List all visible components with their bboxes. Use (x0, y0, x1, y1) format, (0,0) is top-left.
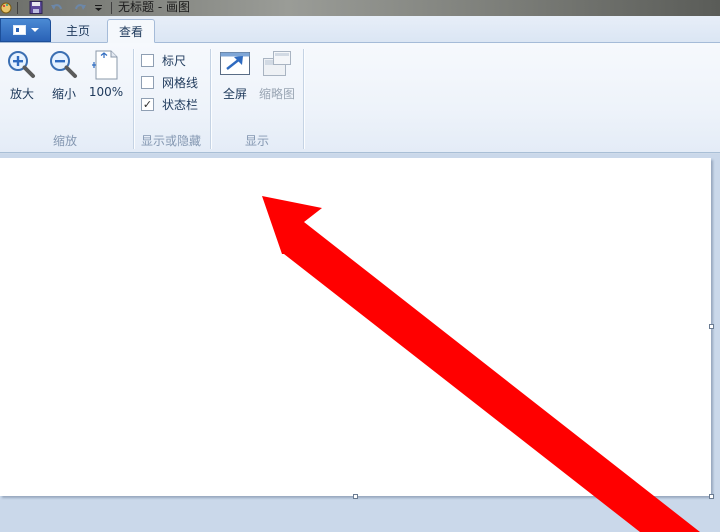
fullscreen-icon (220, 52, 250, 75)
save-icon[interactable] (29, 1, 43, 14)
fullscreen-label: 全屏 (222, 87, 247, 101)
ribbon-view-panel: 放大 缩小 100% 缩放 标尺 网格线 ✓ 状态栏 显示或隐藏 全屏 缩略图 … (0, 43, 720, 153)
tab-view[interactable]: 查看 (107, 19, 155, 43)
ribbon-tab-strip: 主页 查看 (0, 16, 720, 43)
page-100-icon (92, 50, 118, 80)
resize-handle-corner[interactable] (709, 494, 714, 499)
title-separator (111, 2, 112, 14)
resize-handle-right[interactable] (709, 324, 714, 329)
fullscreen-button[interactable]: 全屏 (219, 49, 251, 109)
resize-handle-bottom[interactable] (353, 494, 358, 499)
status-bar-label: 状态栏 (162, 97, 199, 112)
title-bar: 无标题 - 画图 (0, 0, 720, 16)
menu-icon (12, 25, 26, 35)
redo-icon[interactable] (73, 1, 87, 14)
gridlines-checkbox[interactable]: 网格线 (141, 74, 198, 90)
tab-home[interactable]: 主页 (54, 19, 102, 43)
status-bar-check-box[interactable]: ✓ (141, 97, 154, 111)
actual-size-button[interactable]: 100% (88, 49, 124, 109)
magnifier-plus-icon (8, 51, 35, 78)
zoom-out-button[interactable]: 缩小 (48, 49, 80, 109)
group-separator (210, 49, 211, 149)
group-separator (303, 49, 304, 149)
drawing-canvas[interactable] (0, 158, 711, 496)
customize-qat-icon[interactable] (94, 1, 103, 14)
show-hide-group-label: 显示或隐藏 (141, 134, 202, 148)
status-bar-checkbox[interactable]: ✓ 状态栏 (141, 96, 198, 112)
zoom-in-button[interactable]: 放大 (6, 49, 38, 109)
actual-size-label: 100% (88, 85, 124, 99)
workspace (0, 154, 720, 532)
ruler-check-box[interactable] (141, 53, 154, 67)
group-separator (133, 49, 134, 149)
chevron-down-icon (30, 28, 39, 32)
ruler-label: 标尺 (162, 53, 187, 68)
gridlines-label: 网格线 (162, 75, 199, 90)
gridlines-check-box[interactable] (141, 75, 154, 89)
qat-separator (17, 2, 18, 14)
zoom-out-label: 缩小 (51, 87, 76, 101)
undo-icon[interactable] (50, 1, 64, 14)
window-title: 无标题 - 画图 (118, 0, 190, 14)
thumbnail-icon (263, 51, 291, 76)
zoom-in-label: 放大 (9, 87, 34, 101)
thumbnail-label: 缩略图 (258, 87, 295, 101)
thumbnail-button[interactable]: 缩略图 (257, 49, 297, 109)
magnifier-minus-icon (50, 51, 77, 78)
paint-app-icon[interactable] (0, 1, 14, 14)
zoom-group-label: 缩放 (53, 134, 78, 148)
paint-menu-button[interactable] (0, 18, 51, 42)
display-group-label: 显示 (245, 134, 270, 148)
ruler-checkbox[interactable]: 标尺 (141, 52, 186, 68)
